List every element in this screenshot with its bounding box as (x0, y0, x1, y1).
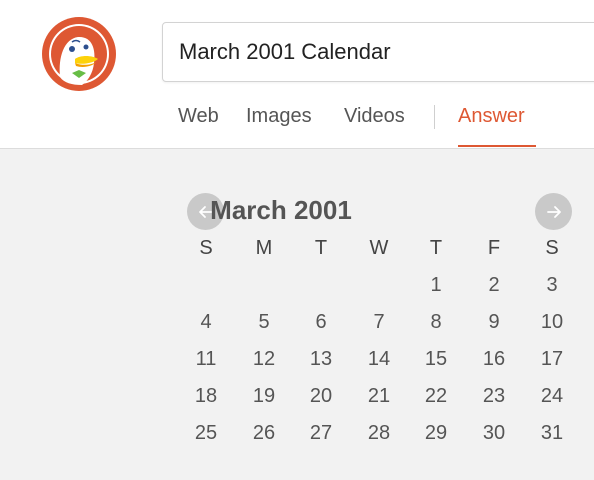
calendar-day[interactable]: 13 (301, 348, 341, 371)
calendar-day[interactable]: 7 (359, 311, 399, 334)
month-title: March 2001 (210, 195, 352, 225)
weekday-header: S (545, 237, 559, 259)
calendar-day[interactable]: 12 (244, 348, 284, 371)
calendar-day[interactable]: 1 (416, 274, 456, 297)
calendar-day[interactable]: 8 (416, 311, 456, 334)
tab-web[interactable]: Web (178, 105, 219, 128)
calendar-day[interactable]: 25 (186, 422, 226, 445)
calendar-day[interactable]: 11 (186, 348, 226, 371)
calendar-day[interactable]: 4 (186, 311, 226, 334)
calendar-day[interactable]: 27 (301, 422, 341, 445)
calendar-day[interactable]: 31 (532, 422, 572, 445)
header: Web Images Videos Answer (0, 0, 594, 149)
calendar-widget: March 2001 S M T W T F S 1 2 3 4 5 6 7 8 9 10 11 12 13 14 15 1… (0, 149, 594, 480)
calendar-day[interactable]: 5 (244, 311, 284, 334)
tab-divider (434, 105, 435, 129)
arrow-right-icon (546, 205, 561, 218)
calendar-day[interactable]: 24 (532, 385, 572, 408)
weekday-header: W (369, 237, 389, 259)
calendar-day[interactable]: 3 (532, 274, 572, 297)
calendar-day[interactable]: 17 (532, 348, 572, 371)
calendar-day[interactable]: 20 (301, 385, 341, 408)
calendar-day[interactable]: 18 (186, 385, 226, 408)
calendar-day[interactable]: 14 (359, 348, 399, 371)
next-month-button[interactable] (535, 193, 572, 230)
weekday-header: M (255, 237, 273, 259)
weekday-header: T (429, 237, 443, 259)
tab-videos[interactable]: Videos (344, 105, 405, 128)
calendar-day[interactable]: 28 (359, 422, 399, 445)
calendar-day[interactable]: 15 (416, 348, 456, 371)
duck-logo-icon[interactable] (42, 17, 116, 91)
search-input[interactable] (179, 23, 589, 81)
calendar-day[interactable]: 10 (532, 311, 572, 334)
weekday-header: S (199, 237, 213, 259)
calendar-day[interactable]: 21 (359, 385, 399, 408)
tab-answer[interactable]: Answer (458, 105, 525, 128)
weekday-header: F (487, 237, 501, 259)
calendar-day[interactable]: 6 (301, 311, 341, 334)
tab-images[interactable]: Images (246, 105, 312, 128)
calendar-day[interactable]: 29 (416, 422, 456, 445)
calendar-day[interactable]: 9 (474, 311, 514, 334)
calendar-day[interactable]: 19 (244, 385, 284, 408)
active-tab-underline (458, 145, 536, 147)
weekday-header: T (314, 237, 328, 259)
calendar-day[interactable]: 16 (474, 348, 514, 371)
calendar-day[interactable]: 30 (474, 422, 514, 445)
calendar-day[interactable]: 26 (244, 422, 284, 445)
search-box[interactable] (162, 22, 594, 82)
calendar-day[interactable]: 22 (416, 385, 456, 408)
calendar-day[interactable]: 23 (474, 385, 514, 408)
calendar-day[interactable]: 2 (474, 274, 514, 297)
